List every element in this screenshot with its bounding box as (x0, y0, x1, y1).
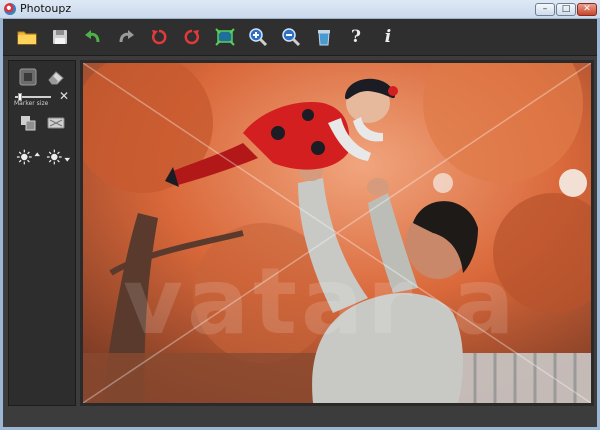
stop-square-icon (19, 68, 37, 86)
fit-screen-icon (215, 28, 235, 46)
redo-arrow-icon (119, 30, 134, 43)
brightness-down-icon (46, 149, 70, 165)
window-title: Photoupz (20, 2, 72, 15)
brightness-up-icon (16, 149, 40, 165)
patch-tool-button[interactable] (45, 113, 67, 133)
photo: vatar a (83, 63, 591, 403)
rotate-right-button[interactable] (180, 25, 204, 49)
floppy-icon (53, 30, 67, 44)
clone-stamp-button[interactable] (17, 113, 39, 133)
zoom-out-icon (282, 28, 301, 47)
tool-sidebar: ✕ Marker size (8, 60, 76, 406)
brightness-decrease-button[interactable] (45, 147, 71, 167)
undo-arrow-icon (85, 30, 100, 43)
watermark-text: vatar a (123, 248, 519, 355)
info-icon: i (384, 27, 392, 47)
folder-icon (17, 31, 37, 45)
patch-icon (47, 117, 65, 129)
clone-stamp-icon (21, 116, 36, 131)
maximize-button[interactable]: □ (556, 3, 576, 16)
rotate-left-icon (152, 29, 167, 45)
title-bar: Photoupz – □ ✕ (0, 0, 600, 19)
redo-button[interactable] (114, 25, 138, 49)
marker-size-clear-button[interactable]: ✕ (58, 90, 70, 102)
marker-tool-button[interactable] (17, 67, 39, 87)
save-button[interactable] (48, 25, 72, 49)
marker-size-label: Marker size (14, 100, 49, 107)
zoom-in-icon (249, 28, 268, 47)
zoom-in-button[interactable] (246, 25, 270, 49)
image-canvas[interactable]: vatar a (80, 60, 594, 406)
close-button[interactable]: ✕ (577, 3, 597, 16)
delete-button[interactable] (312, 25, 336, 49)
fit-screen-button[interactable] (213, 25, 237, 49)
brightness-increase-button[interactable] (15, 147, 41, 167)
app-logo-icon (4, 3, 16, 15)
rotate-right-icon (184, 29, 199, 45)
toolbar: ? i (3, 19, 597, 56)
zoom-out-button[interactable] (279, 25, 303, 49)
trash-icon (318, 30, 330, 46)
question-icon: ? (351, 27, 361, 47)
rotate-left-button[interactable] (147, 25, 171, 49)
open-folder-button[interactable] (15, 25, 39, 49)
info-button[interactable]: i (376, 25, 400, 49)
eraser-icon (48, 71, 64, 85)
undo-button[interactable] (81, 25, 105, 49)
minimize-button[interactable]: – (535, 3, 555, 16)
eraser-tool-button[interactable] (45, 67, 67, 87)
help-button[interactable]: ? (344, 25, 368, 49)
